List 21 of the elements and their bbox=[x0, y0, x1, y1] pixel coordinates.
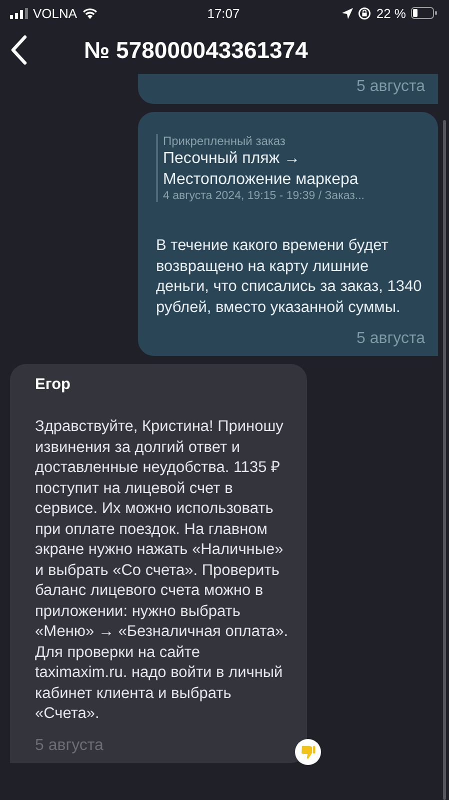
clock-time: 17:07 bbox=[207, 6, 240, 20]
carrier-name: VOLNA bbox=[33, 6, 78, 20]
message-text: Здравствуйте, Кристина! Приношу извинения за долгий ответ и доставленные неудобства. 1135 ₽ поступит на лицевой счет в сервисе. Их можно использовать при оплате поездок. На главном экране нужно нажать «Наличные» и выбрать «Со счета». Проверить баланс лицевого счета можно в приложении: нужно выбрать «Меню» → «Безналичная оплата». Для проверки на сайте taximaxim.ru. надо войти в личный кабинет клиента и выбрать «Счета». bbox=[35, 417, 290, 724]
battery-percent: 22 % bbox=[376, 6, 406, 20]
wifi-icon bbox=[82, 7, 98, 19]
message-time: 5 августа bbox=[356, 330, 425, 348]
message-text: В течение какого времени будет возвращено на карту лишние деньги, что списались за заказ, 1340 рублей, вместо указанной суммы. bbox=[156, 236, 423, 318]
attachment-details: 4 августа 2024, 19:15 - 19:39 / Заказ... bbox=[163, 190, 366, 202]
location-arrow-icon bbox=[342, 8, 354, 18]
order-title: № 578000043361374 bbox=[84, 36, 308, 64]
message-time: 5 августа bbox=[356, 78, 425, 96]
attachment-title: Песочный пляж → Местоположение маркера bbox=[163, 149, 360, 190]
message-time: 5 августа bbox=[35, 736, 104, 754]
signal-icon bbox=[10, 8, 28, 18]
battery-icon bbox=[410, 7, 437, 19]
back-icon[interactable] bbox=[10, 35, 28, 65]
sender-name: Егор bbox=[35, 376, 72, 394]
rotation-lock-icon bbox=[358, 6, 372, 20]
attachment-caption: Прикрепленный заказ bbox=[163, 134, 286, 148]
thumbs-down-icon[interactable] bbox=[295, 738, 321, 764]
attached-order[interactable]: Прикрепленный заказ Песочный пляж → Местоположение маркера 4 августа 2024, 19:15 - 19:39 / Заказ... bbox=[156, 134, 425, 202]
